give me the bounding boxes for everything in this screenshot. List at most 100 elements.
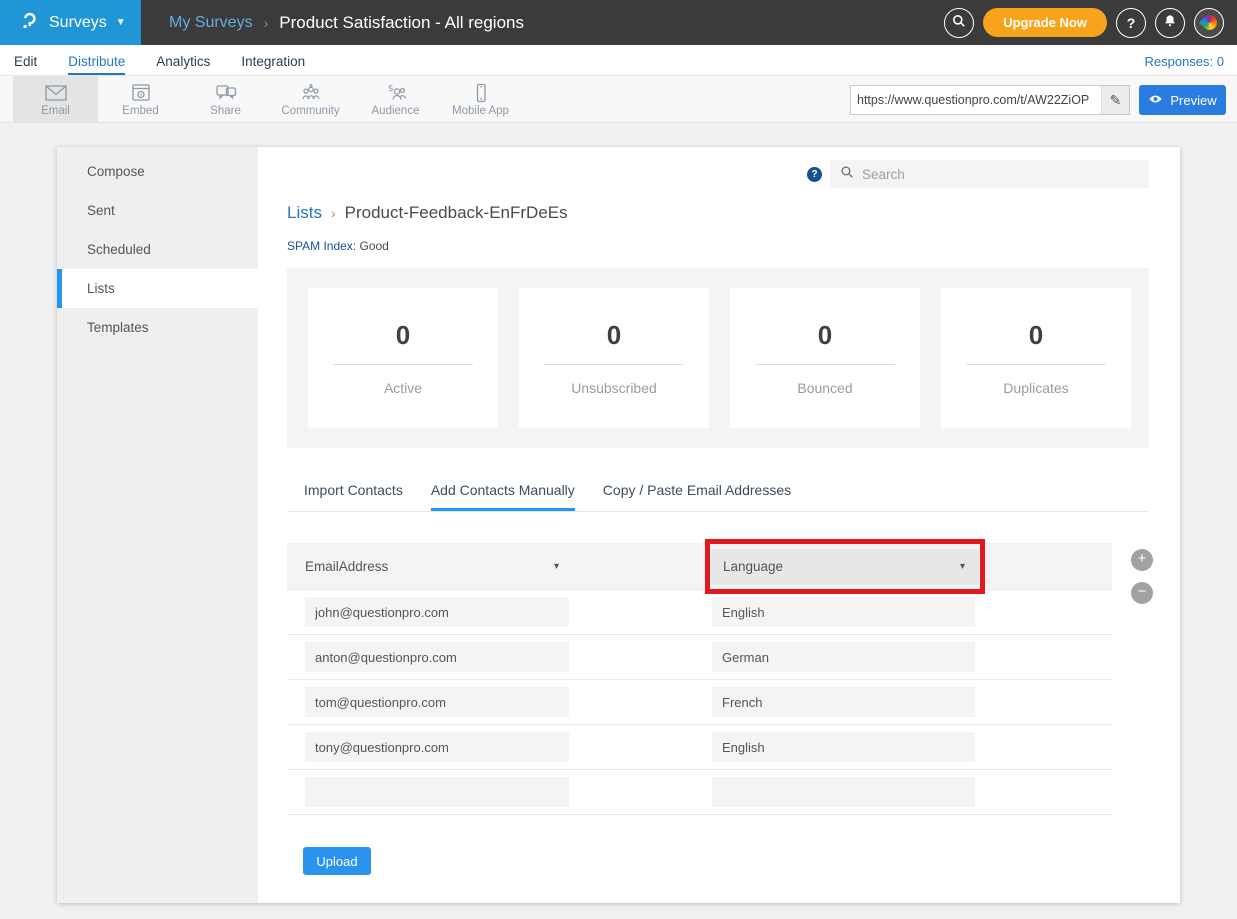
email-column-dropdown[interactable]: EmailAddress ▾ [305,559,567,574]
help-circle-icon[interactable]: ? [807,167,822,182]
stat-value: 0 [730,320,920,351]
eye-icon [1148,93,1163,108]
breadcrumb-separator: › [264,15,269,31]
spam-index-value: Good [359,239,388,253]
search-icon [951,13,967,32]
product-switcher-label: Surveys [49,14,107,32]
lists-main: ? Lists › Product-Feedback-EnFrDeEs SPAM… [258,147,1180,875]
chevron-down-icon: ▾ [554,561,559,572]
stat-value: 0 [308,320,498,351]
sidebar-item-scheduled[interactable]: Scheduled [57,230,258,269]
upload-button[interactable]: Upload [303,847,371,875]
edit-url-button[interactable]: ✎ [1101,86,1129,114]
contacts-table-inner: EmailAddress ▾ Language ▾ [287,543,1112,815]
email-input[interactable] [305,732,569,762]
channel-label: Email [41,105,70,117]
app-logo-block[interactable]: Surveys ▼ [0,0,141,45]
stat-card-duplicates: 0 Duplicates [941,288,1131,428]
contacts-table: EmailAddress ▾ Language ▾ [287,543,1149,815]
pencil-icon: ✎ [1110,92,1122,109]
channel-share[interactable]: Share [183,76,268,122]
language-column-label: Language [723,559,783,574]
user-avatar[interactable] [1194,8,1224,38]
list-search-row: ? [287,160,1149,188]
nav-edit[interactable]: Edit [14,54,37,75]
chevron-down-icon: ▼ [116,17,126,28]
divider [755,364,895,365]
column-mapping-row: EmailAddress ▾ Language ▾ [287,543,1112,590]
channel-label: Embed [122,105,158,117]
page-title: Product Satisfaction - All regions [279,13,524,33]
nav-integration[interactable]: Integration [241,54,305,75]
sidebar-item-compose[interactable]: Compose [57,152,258,191]
tab-add-contacts-manually[interactable]: Add Contacts Manually [431,482,575,511]
channel-label: Mobile App [452,105,509,117]
channel-label: Community [281,105,339,117]
language-input[interactable] [712,642,975,672]
channel-mobile-app[interactable]: Mobile App [438,76,523,122]
notifications-button[interactable] [1155,8,1185,38]
list-search-box [830,160,1149,188]
top-bar: Surveys ▼ My Surveys › Product Satisfact… [0,0,1237,45]
tab-copy-paste-email[interactable]: Copy / Paste Email Addresses [603,482,791,511]
survey-url-input[interactable] [851,86,1101,114]
channel-label: Share [210,105,241,117]
language-input[interactable] [712,777,975,807]
stat-card-unsubscribed: 0 Unsubscribed [519,288,709,428]
email-input[interactable] [305,777,569,807]
preview-button[interactable]: Preview [1139,85,1226,115]
language-input[interactable] [712,732,975,762]
mobile-phone-icon [469,82,493,104]
channel-community[interactable]: Community [268,76,353,122]
list-name: Product-Feedback-EnFrDeEs [345,203,568,223]
language-input[interactable] [712,687,975,717]
contact-row [287,590,1112,635]
list-stats-panel: 0 Active 0 Unsubscribed 0 Bounced 0 Dupl… [287,268,1149,448]
divider [544,364,684,365]
channel-audience[interactable]: $ Audience [353,76,438,122]
share-chat-icon [214,82,238,104]
community-people-icon [299,82,323,104]
responses-count[interactable]: Responses: 0 [1145,54,1225,75]
email-input[interactable] [305,597,569,627]
email-input[interactable] [305,642,569,672]
stat-value: 0 [519,320,709,351]
svg-text:$: $ [388,84,394,94]
language-column-dropdown[interactable]: Language ▾ [711,549,979,585]
language-input[interactable] [712,597,975,627]
row-tools: + − [1131,549,1153,604]
stat-card-bounced: 0 Bounced [730,288,920,428]
contacts-tabs: Import Contacts Add Contacts Manually Co… [287,482,1149,512]
stat-card-active: 0 Active [308,288,498,428]
question-mark-icon: ? [1127,15,1136,31]
tab-import-contacts[interactable]: Import Contacts [304,482,403,511]
remove-row-button[interactable]: − [1131,582,1153,604]
sidebar-item-sent[interactable]: Sent [57,191,258,230]
search-button[interactable] [944,8,974,38]
email-icon [43,82,69,104]
contact-row [287,680,1112,725]
breadcrumb-lists-link[interactable]: Lists [287,203,322,223]
help-button[interactable]: ? [1116,8,1146,38]
stat-label: Bounced [730,380,920,396]
channel-embed[interactable]: Embed [98,76,183,122]
nav-distribute[interactable]: Distribute [68,54,125,75]
nav-analytics[interactable]: Analytics [156,54,210,75]
email-input[interactable] [305,687,569,717]
divider [966,364,1106,365]
add-row-button[interactable]: + [1131,549,1153,571]
search-input[interactable] [862,167,1139,182]
email-sidebar: Compose Sent Scheduled Lists Templates [57,147,258,903]
email-lists-panel: Compose Sent Scheduled Lists Templates ?… [57,147,1180,903]
channel-email[interactable]: Email [13,76,98,122]
breadcrumb-my-surveys[interactable]: My Surveys [169,14,253,32]
upgrade-now-button[interactable]: Upgrade Now [983,8,1107,37]
highlight-red-box: Language ▾ [705,539,985,594]
sidebar-item-templates[interactable]: Templates [57,308,258,347]
survey-nav: Edit Distribute Analytics Integration Re… [0,45,1237,75]
sidebar-item-lists[interactable]: Lists [57,269,258,308]
channel-tabs: Email Embed Share Community $ Audience [13,76,523,122]
divider [333,364,473,365]
spam-index: SPAM Index: Good [287,239,1149,253]
contact-row [287,635,1112,680]
